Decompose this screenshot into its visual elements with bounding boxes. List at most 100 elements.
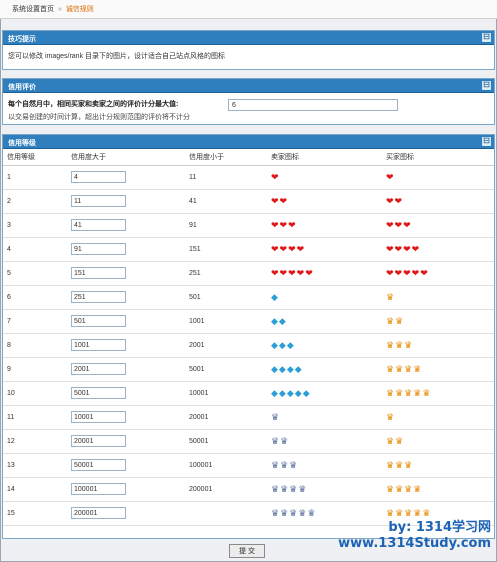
col-buyer-icon: 买家图标 xyxy=(382,149,494,166)
greater-than-cell xyxy=(67,501,185,526)
greater-than-cell xyxy=(67,165,185,190)
level-cell: 14 xyxy=(3,477,67,502)
greater-than-input[interactable] xyxy=(71,195,126,207)
greater-than-input[interactable] xyxy=(71,339,126,351)
credit-panel: 信用评价 ⊟ 每个自然月中，相同买家和卖家之间的评价计分最大值: 以交易创建的时… xyxy=(2,78,495,125)
greater-than-input[interactable] xyxy=(71,387,126,399)
crown-icon: ♛ xyxy=(386,459,395,470)
collapse-icon[interactable]: ⊟ xyxy=(482,81,491,90)
level-cell: 9 xyxy=(3,357,67,382)
seller-icon-icons: ❤ ❤ xyxy=(271,195,287,206)
heart-icon: ❤ xyxy=(271,243,279,254)
buyer-icon-cell: ♛ ♛ ♛ ♛ ♛ xyxy=(382,381,494,406)
greater-than-input[interactable] xyxy=(71,459,126,471)
seller-icon-cell: ♛ ♛ ♛ xyxy=(267,453,382,478)
crown-icon: ♛ xyxy=(395,483,404,494)
level-cell: 3 xyxy=(3,213,67,238)
heart-icon: ❤ xyxy=(411,243,420,254)
levels-table-body: 111❤❤241❤❤❤❤391❤❤❤❤❤❤4151❤❤❤❤❤❤❤❤5251❤❤❤… xyxy=(3,165,494,526)
crown-icon: ♛ xyxy=(386,387,395,398)
diamond-icon: ◆ xyxy=(294,387,302,398)
buyer-icon-icons: ♛ ♛ xyxy=(386,436,403,446)
heart-icon: ❤ xyxy=(288,243,296,254)
less-than-cell: 5001 xyxy=(185,357,267,382)
crown-icon: ♛ xyxy=(404,363,413,374)
less-than-cell: 501 xyxy=(185,285,267,310)
crown-icon: ♛ xyxy=(386,291,395,302)
heart-icon: ❤ xyxy=(271,195,279,206)
buyer-icon-icons: ♛ xyxy=(386,412,394,422)
greater-than-input[interactable] xyxy=(71,435,126,447)
submit-button[interactable]: 提 交 xyxy=(229,544,265,558)
greater-than-input[interactable] xyxy=(71,171,126,183)
greater-than-input[interactable] xyxy=(71,315,126,327)
level-cell: 5 xyxy=(3,261,67,286)
collapse-icon[interactable]: ⊟ xyxy=(482,33,491,42)
heart-icon: ❤ xyxy=(386,195,394,206)
seller-icon-icons: ♛ ♛ ♛ ♛ xyxy=(271,483,306,494)
crown-icon: ♛ xyxy=(386,363,395,374)
greater-than-input[interactable] xyxy=(71,363,126,375)
greater-than-input[interactable] xyxy=(71,507,126,519)
seller-icon-icons: ◆ xyxy=(271,292,278,302)
greater-than-cell xyxy=(67,429,185,454)
buyer-icon-cell: ❤ ❤ xyxy=(382,189,494,214)
table-row: 5251❤❤❤❤❤❤❤❤❤❤ xyxy=(3,261,494,286)
buyer-icon-icons: ❤ ❤ xyxy=(386,195,402,206)
buyer-icon-icons: ❤ xyxy=(386,172,394,182)
table-row: 1250001♛♛♛♛ xyxy=(3,429,494,454)
greater-than-cell xyxy=(67,261,185,286)
diamond-icon: ◆ xyxy=(271,363,278,374)
buyer-icon-cell: ♛ ♛ ♛ ♛ xyxy=(382,357,494,382)
greater-than-cell xyxy=(67,333,185,358)
greater-than-cell xyxy=(67,213,185,238)
levels-panel: 信用等级 ⊟ 信用等级 信用度大于 信用度小于 卖家图标 买家图标 111❤❤2… xyxy=(2,134,495,539)
crown-icon: ♛ xyxy=(413,483,422,494)
collapse-icon[interactable]: ⊟ xyxy=(482,137,491,146)
greater-than-cell xyxy=(67,405,185,430)
greater-than-input[interactable] xyxy=(71,243,126,255)
seller-icon-cell: ❤ ❤ ❤ ❤ xyxy=(267,237,382,262)
credit-body: 每个自然月中，相同买家和卖家之间的评价计分最大值: 以交易创建的时间计算，超出计… xyxy=(3,93,494,121)
greater-than-input[interactable] xyxy=(71,483,126,495)
buyer-icon-cell: ♛ ♛ xyxy=(382,429,494,454)
buyer-icon-icons: ♛ ♛ ♛ ♛ ♛ xyxy=(386,387,430,398)
diamond-icon: ◆ xyxy=(278,339,286,350)
buyer-icon-icons: ♛ ♛ ♛ ♛ xyxy=(386,483,422,494)
seller-icon-icons: ❤ xyxy=(271,172,279,182)
buyer-icon-icons: ❤ ❤ ❤ xyxy=(386,220,411,230)
less-than-cell xyxy=(185,501,267,526)
seller-icon-icons: ♛ xyxy=(271,412,279,422)
buyer-icon-icons: ❤ ❤ ❤ ❤ ❤ xyxy=(386,268,428,278)
levels-panel-header: 信用等级 ⊟ xyxy=(3,135,494,149)
col-level: 信用等级 xyxy=(3,149,67,166)
greater-than-input[interactable] xyxy=(71,291,126,303)
breadcrumb-home-link[interactable]: 系统设置首页 xyxy=(12,6,54,13)
seller-icon-cell: ❤ ❤ ❤ ❤ ❤ xyxy=(267,261,382,286)
seller-icon-cell: ◆ ◆ xyxy=(267,309,382,334)
credit-panel-title: 信用评价 xyxy=(8,84,36,91)
table-row: 11 20001 ♛ ♛ xyxy=(3,405,494,430)
diamond-icon: ◆ xyxy=(271,315,278,326)
table-row: 13100001♛♛♛♛♛♛ xyxy=(3,453,494,478)
greater-than-input[interactable] xyxy=(71,411,126,423)
crown-icon: ♛ xyxy=(395,459,404,470)
max-score-input[interactable] xyxy=(228,99,398,111)
crown-icon: ♛ xyxy=(298,507,307,518)
crown-icon: ♛ xyxy=(289,483,298,494)
heart-icon: ❤ xyxy=(271,219,279,230)
crown-icon: ♛ xyxy=(422,507,431,518)
seller-icon-icons: ◆ ◆ ◆ ◆ xyxy=(271,363,302,374)
crown-icon: ♛ xyxy=(395,339,404,350)
levels-table-header: 信用等级 信用度大于 信用度小于 卖家图标 买家图标 xyxy=(3,149,494,166)
heart-icon: ❤ xyxy=(288,219,296,230)
greater-than-input[interactable] xyxy=(71,219,126,231)
seller-icon-cell: ♛ ♛ ♛ ♛ xyxy=(267,477,382,502)
crown-icon: ♛ xyxy=(280,435,289,446)
less-than-cell: 151 xyxy=(185,237,267,262)
greater-than-input[interactable] xyxy=(71,267,126,279)
diamond-icon: ◆ xyxy=(286,339,294,350)
seller-icon-icons: ❤ ❤ ❤ ❤ ❤ xyxy=(271,268,313,278)
levels-table: 信用等级 信用度大于 信用度小于 卖家图标 买家图标 111❤❤241❤❤❤❤3… xyxy=(3,149,494,526)
table-row: 7 1001 ◆◆ ♛♛ xyxy=(3,309,494,334)
